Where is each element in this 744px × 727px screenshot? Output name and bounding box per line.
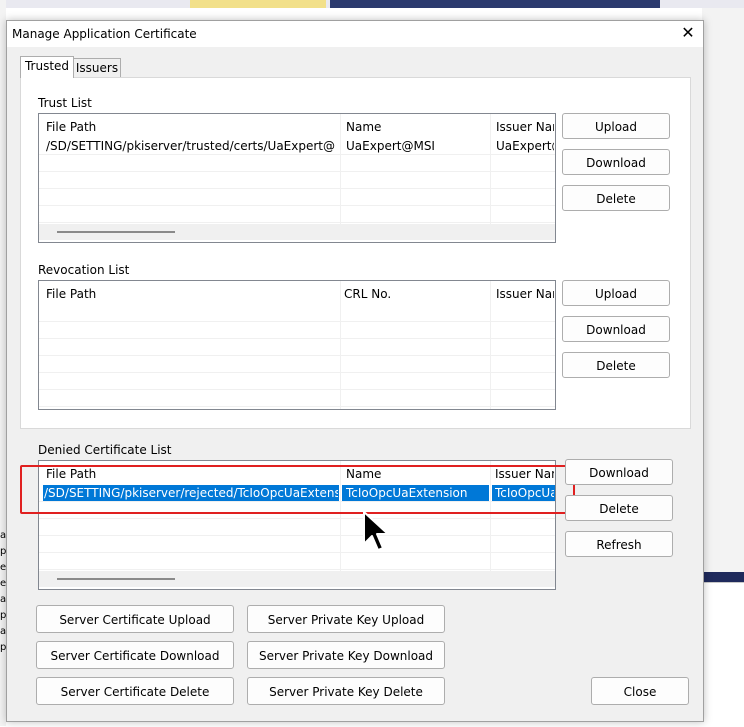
column-header-name[interactable]: Name: [346, 120, 381, 134]
table-row[interactable]: /SD/SETTING/pkiserver/trusted/certs/UaEx…: [39, 138, 555, 155]
cell-issuer-name: UaExpert@MSI: [496, 139, 554, 153]
server-certificate-delete-button[interactable]: Server Certificate Delete: [36, 677, 234, 705]
scrollbar-thumb[interactable]: [57, 578, 175, 580]
tab-trusted[interactable]: Trusted: [20, 56, 74, 78]
table-row-empty: [39, 553, 555, 570]
dialog-title: Manage Application Certificate: [12, 27, 197, 41]
server-private-key-upload-button[interactable]: Server Private Key Upload: [247, 605, 445, 633]
background-right-panel: [702, 582, 744, 727]
table-row-empty: [39, 339, 555, 356]
column-header-issuer-name[interactable]: Issuer Nam: [496, 120, 554, 134]
highlight-box: [20, 465, 575, 514]
revocation-delete-button[interactable]: Delete: [562, 352, 670, 378]
revocation-list-label: Revocation List: [38, 263, 130, 277]
column-header-file-path[interactable]: File Path: [46, 287, 96, 301]
dialog-titlebar: Manage Application Certificate ✕: [7, 21, 703, 47]
denied-delete-button[interactable]: Delete: [565, 495, 673, 521]
table-row-empty: [39, 322, 555, 339]
table-row-empty: [39, 356, 555, 373]
close-button[interactable]: Close: [591, 677, 689, 705]
trust-delete-button[interactable]: Delete: [562, 185, 670, 211]
table-row-empty: [39, 206, 555, 223]
server-private-key-download-button[interactable]: Server Private Key Download: [247, 641, 445, 669]
background-right-bar: [702, 572, 744, 582]
cell-name: UaExpert@MSI: [346, 139, 435, 153]
tab-issuers[interactable]: Issuers: [73, 58, 121, 78]
server-private-key-delete-button[interactable]: Server Private Key Delete: [247, 677, 445, 705]
trust-list-label: Trust List: [38, 96, 92, 110]
horizontal-scrollbar[interactable]: [39, 224, 555, 240]
table-row-empty: [39, 536, 555, 553]
mouse-cursor-icon: [363, 511, 389, 551]
table-row-empty: [39, 519, 555, 536]
revocation-download-button[interactable]: Download: [562, 316, 670, 342]
table-row-empty: [39, 172, 555, 189]
trust-download-button[interactable]: Download: [562, 149, 670, 175]
manage-certificate-dialog: Manage Application Certificate ✕ Trusted…: [6, 20, 704, 722]
table-row-empty: [39, 373, 555, 390]
trust-list-view[interactable]: File Path Name Issuer Nam /SD/SETTING/pk…: [38, 113, 556, 243]
revocation-upload-button[interactable]: Upload: [562, 280, 670, 306]
background-strip-right: [660, 0, 744, 8]
table-row-empty: [39, 390, 555, 407]
table-row-empty: [39, 155, 555, 172]
scrollbar-thumb[interactable]: [57, 231, 175, 233]
background-tab-dark: [330, 0, 660, 8]
column-header-crl-no[interactable]: CRL No.: [344, 287, 391, 301]
column-header-issuer-name[interactable]: Issuer Nam: [496, 287, 554, 301]
cell-file-path: /SD/SETTING/pkiserver/trusted/certs/UaEx…: [46, 139, 336, 153]
server-certificate-upload-button[interactable]: Server Certificate Upload: [36, 605, 234, 633]
denied-list-label: Denied Certificate List: [38, 443, 172, 457]
horizontal-scrollbar[interactable]: [39, 571, 555, 587]
table-row-empty: [39, 189, 555, 206]
denied-refresh-button[interactable]: Refresh: [565, 531, 673, 557]
revocation-list-view[interactable]: File Path CRL No. Issuer Nam: [38, 280, 556, 410]
server-certificate-download-button[interactable]: Server Certificate Download: [36, 641, 234, 669]
background-tab: [190, 0, 326, 8]
denied-download-button[interactable]: Download: [565, 459, 673, 485]
close-icon[interactable]: ✕: [679, 24, 697, 42]
trust-upload-button[interactable]: Upload: [562, 113, 670, 139]
column-header-file-path[interactable]: File Path: [46, 120, 96, 134]
table-row-empty: [39, 305, 555, 322]
